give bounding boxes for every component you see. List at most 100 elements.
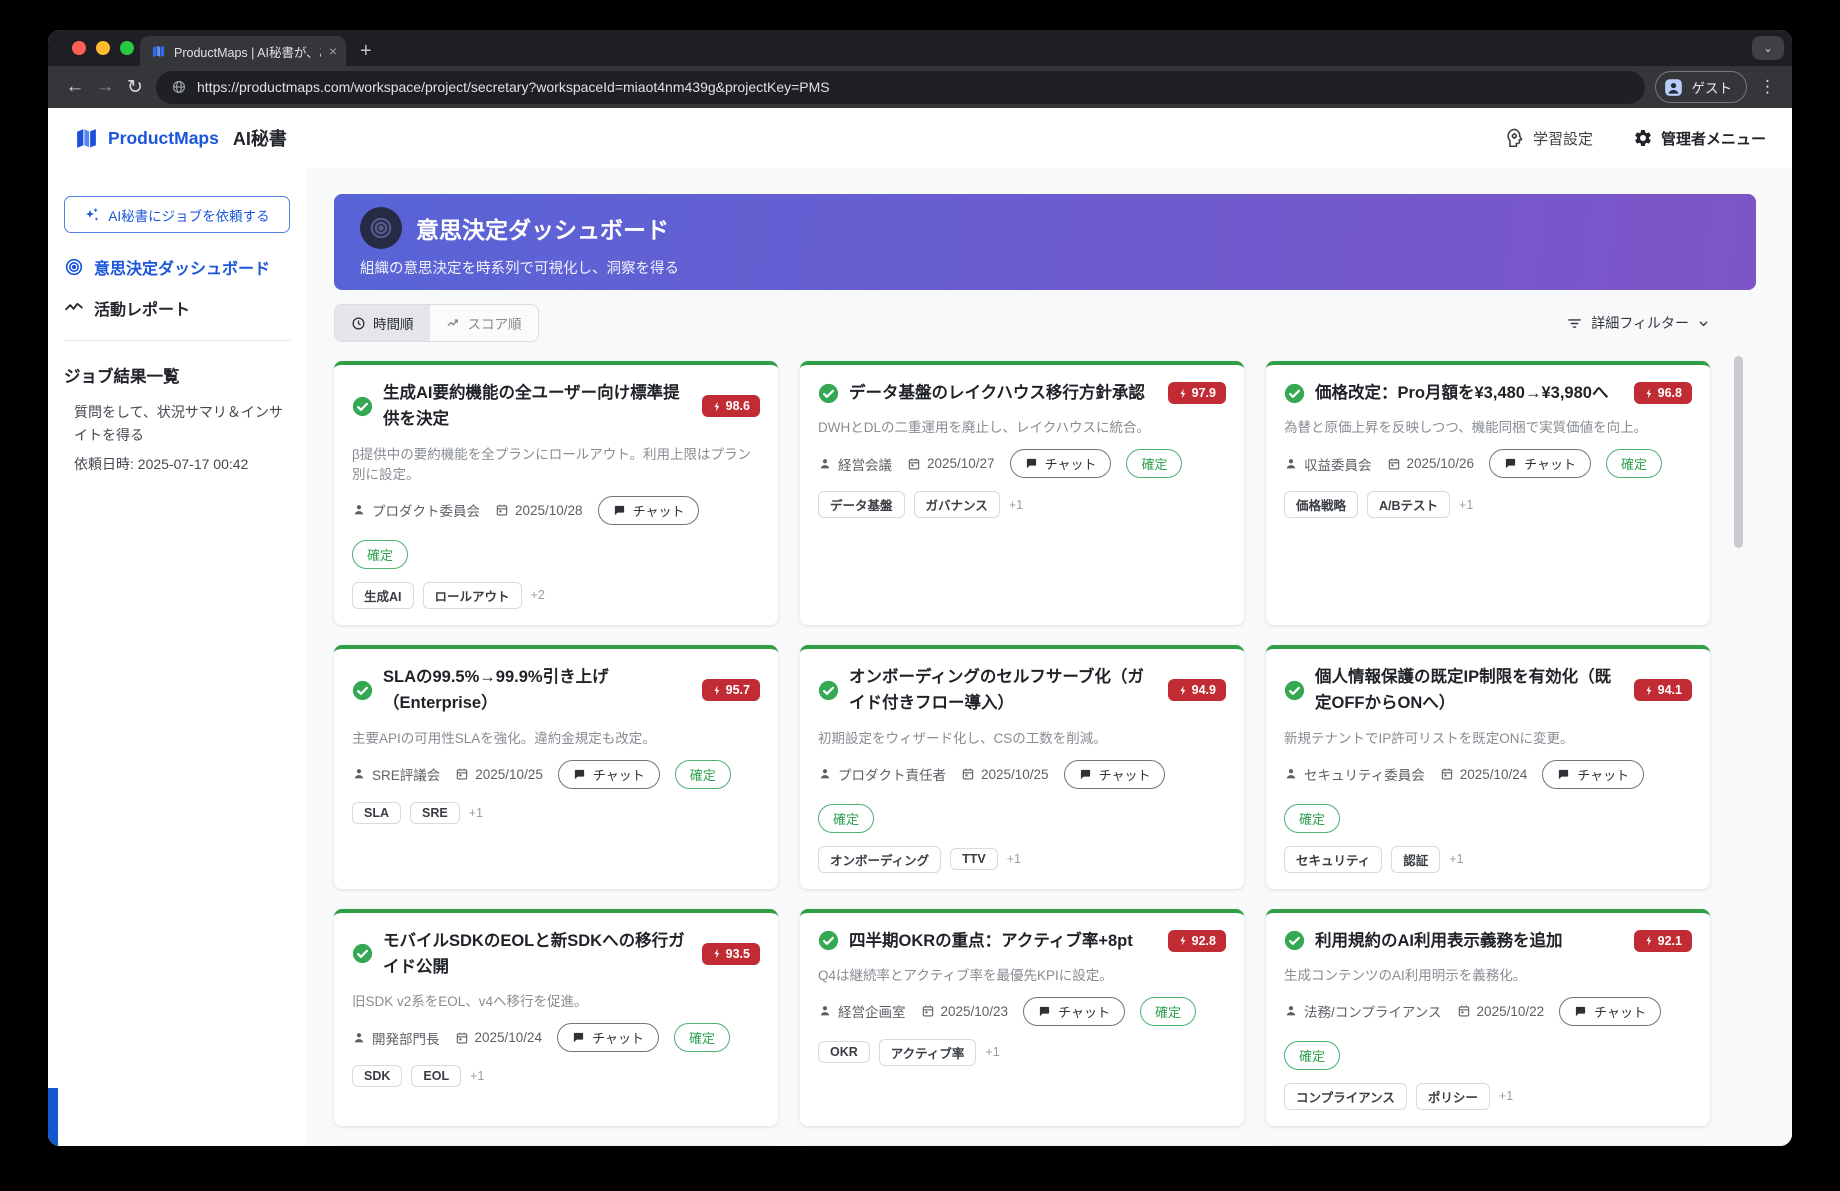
- tag[interactable]: 認証: [1391, 845, 1441, 873]
- target-icon: [360, 206, 402, 249]
- sidebar-nav-label: 活動レポート: [94, 302, 191, 319]
- url-bar[interactable]: https://productmaps.com/workspace/projec…: [156, 70, 1645, 104]
- decision-card[interactable]: 利用規約のAI利用表示義務を追加 92.1 生成コンテンツのAI利用明示を義務化…: [1266, 908, 1710, 1126]
- tag[interactable]: アクティブ率: [878, 1038, 977, 1066]
- tab-close-icon[interactable]: ×: [329, 44, 337, 58]
- tag[interactable]: データ基盤: [818, 491, 905, 519]
- admin-menu-button[interactable]: 管理者メニュー: [1633, 128, 1766, 149]
- tag[interactable]: 価格戦略: [1284, 491, 1359, 519]
- sidebar-nav-item-1[interactable]: 活動レポート: [64, 296, 290, 320]
- decision-card[interactable]: SLAの99.5%→99.9%引き上げ（Enterprise） 95.7 主要A…: [334, 644, 778, 889]
- sidebar-nav-item-0[interactable]: 意思決定ダッシュボード: [64, 255, 290, 279]
- minimize-window-button[interactable]: [96, 41, 110, 55]
- tag[interactable]: SDK: [352, 1065, 403, 1088]
- chat-bubble-icon: [1038, 1005, 1051, 1018]
- date-value: 2025/10/23: [940, 1003, 1009, 1019]
- tag-more-count: +1: [1449, 852, 1464, 867]
- decision-card[interactable]: データ基盤のレイクハウス移行方針承認 97.9 DWHとDLの二重運用を廃止し、…: [800, 361, 1244, 625]
- tag-more-count: +1: [468, 805, 483, 820]
- reload-icon[interactable]: ↻: [120, 72, 150, 102]
- request-job-button[interactable]: AI秘書にジョブを依頼する: [64, 196, 290, 233]
- job-result-item[interactable]: 質問をして、状況サマリ＆インサイトを得る 依頼日時: 2025-07-17 00…: [64, 401, 290, 474]
- detail-filter-button[interactable]: 詳細フィルター: [1566, 313, 1710, 333]
- chat-bubble-icon: [572, 1031, 585, 1044]
- decision-card[interactable]: 四半期OKRの重点：アクティブ率+8pt 92.8 Q4は継続率とアクティブ率を…: [800, 908, 1244, 1126]
- bolt-icon: [1644, 684, 1655, 697]
- calendar-icon: [961, 767, 975, 781]
- browser-tab[interactable]: ProductMaps | AI秘書が、あな ×: [140, 36, 346, 66]
- tag[interactable]: ポリシー: [1415, 1082, 1490, 1110]
- chat-label: チャット: [592, 1031, 644, 1047]
- tag[interactable]: コンプライアンス: [1284, 1082, 1407, 1110]
- person-icon: [352, 503, 366, 517]
- card-tags: SLA SRE +1: [352, 801, 760, 824]
- status-label: 確定: [1154, 1004, 1181, 1020]
- chat-button[interactable]: チャット: [1023, 996, 1125, 1026]
- tag[interactable]: EOL: [411, 1065, 462, 1088]
- forward-icon[interactable]: →: [90, 72, 120, 102]
- status-badge: 確定: [1284, 1040, 1341, 1070]
- decision-card[interactable]: オンボーディングのセルフサーブ化（ガイド付きフロー導入） 94.9 初期設定をウ…: [800, 644, 1244, 889]
- admin-menu-label: 管理者メニュー: [1660, 130, 1766, 148]
- tag[interactable]: A/Bテスト: [1367, 491, 1451, 519]
- close-window-button[interactable]: [72, 41, 86, 55]
- traffic-lights[interactable]: [72, 41, 134, 55]
- tag[interactable]: オンボーディング: [818, 845, 942, 873]
- tag[interactable]: TTV: [950, 848, 998, 871]
- chat-button[interactable]: チャット: [1063, 759, 1166, 789]
- score-badge: 95.7: [701, 679, 760, 702]
- card-owner: 収益委員会: [1284, 454, 1372, 474]
- chat-button[interactable]: チャット: [1559, 996, 1661, 1026]
- card-date: 2025/10/24: [455, 1030, 542, 1045]
- calendar-icon: [455, 1031, 469, 1045]
- bolt-icon: [1644, 387, 1655, 400]
- chart-icon: [64, 298, 84, 318]
- sort-by-score-button[interactable]: スコア順: [430, 305, 538, 341]
- chat-button[interactable]: チャット: [557, 759, 660, 789]
- score-value: 95.7: [725, 683, 750, 698]
- zoom-window-button[interactable]: [120, 41, 134, 55]
- chat-button[interactable]: チャット: [597, 495, 700, 525]
- sort-by-time-button[interactable]: 時間順: [335, 305, 430, 341]
- learning-settings-button[interactable]: 学習設定: [1503, 127, 1593, 149]
- brand-logo[interactable]: ProductMaps: [74, 126, 219, 151]
- banner-subtitle: 組織の意思決定を時系列で可視化し、洞察を得る: [360, 260, 679, 277]
- tag[interactable]: ロールアウト: [422, 581, 522, 609]
- tab-search-button[interactable]: ⌄: [1752, 36, 1784, 60]
- browser-menu-icon[interactable]: ⋮: [1759, 77, 1776, 97]
- sidebar-nav-label: 意思決定ダッシュボード: [94, 261, 271, 278]
- card-owner: セキュリティ委員会: [1284, 764, 1425, 784]
- app-page: ProductMaps AI秘書 学習設定 管理者メニュー AI秘書にジョブを依…: [48, 108, 1792, 1146]
- back-icon[interactable]: ←: [60, 72, 90, 102]
- decision-card[interactable]: 価格改定：Pro月額を¥3,480→¥3,980へ 96.8 為替と原価上昇を反…: [1266, 361, 1710, 625]
- tag[interactable]: SRE: [410, 801, 460, 824]
- chat-button[interactable]: チャット: [557, 1023, 659, 1053]
- new-tab-button[interactable]: +: [360, 41, 372, 61]
- decision-card[interactable]: 生成AI要約機能の全ユーザー向け標準提供を決定 98.6 β提供中の要約機能を全…: [334, 361, 778, 625]
- tag[interactable]: セキュリティ: [1284, 845, 1383, 873]
- tag[interactable]: OKR: [818, 1041, 870, 1064]
- psychology-icon: [1503, 127, 1525, 149]
- score-badge: 94.9: [1167, 679, 1226, 702]
- decision-card[interactable]: 個人情報保護の既定IP制限を有効化（既定OFFからONへ） 94.1 新規テナン…: [1266, 644, 1710, 889]
- calendar-icon: [921, 1004, 935, 1018]
- browser-toolbar: ← → ↻ https://productmaps.com/workspace/…: [48, 66, 1792, 108]
- profile-button[interactable]: ゲスト: [1654, 71, 1747, 103]
- decision-card[interactable]: モバイルSDKのEOLと新SDKへの移行ガイド公開 93.5 旧SDK v2系を…: [334, 908, 778, 1126]
- score-badge: 92.8: [1167, 929, 1226, 952]
- tag[interactable]: ガバナンス: [913, 491, 1000, 519]
- person-icon: [352, 767, 366, 781]
- chat-label: チャット: [1594, 1004, 1646, 1020]
- tag[interactable]: 生成AI: [352, 581, 414, 609]
- chat-label: チャット: [1098, 767, 1151, 783]
- trending-up-icon: [446, 316, 461, 331]
- card-title: データ基盤のレイクハウス移行方針承認: [849, 384, 1145, 402]
- chat-button[interactable]: チャット: [1489, 449, 1591, 479]
- card-title: 個人情報保護の既定IP制限を有効化（既定OFFからONへ）: [1315, 667, 1612, 713]
- score-badge: 97.9: [1167, 382, 1226, 405]
- chat-button[interactable]: チャット: [1009, 449, 1112, 479]
- card-date: 2025/10/26: [1387, 456, 1474, 471]
- chat-button[interactable]: チャット: [1542, 759, 1645, 789]
- scrollbar-thumb[interactable]: [1734, 356, 1743, 548]
- tag[interactable]: SLA: [352, 801, 401, 824]
